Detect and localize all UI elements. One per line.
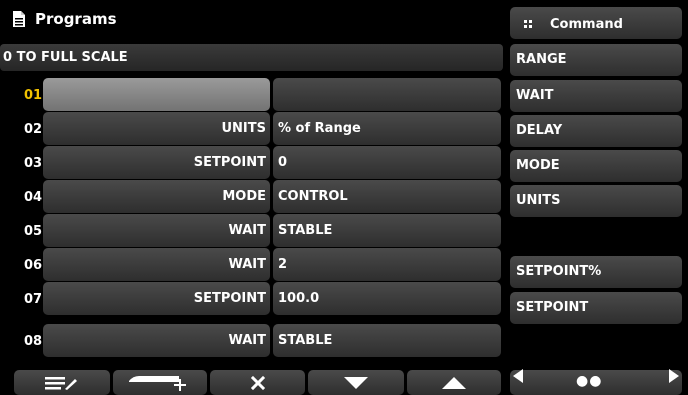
command-range-button[interactable]: RANGE [510, 44, 682, 76]
command-delay-button[interactable]: DELAY [510, 115, 682, 147]
step-number: 01 [24, 88, 43, 103]
delete-step-button[interactable] [210, 370, 305, 395]
command-units-button[interactable]: UNITS [510, 185, 682, 217]
step-command-button[interactable]: SETPOINT [43, 146, 270, 179]
move-down-button[interactable] [308, 370, 404, 395]
step-value-button[interactable]: 2 [273, 248, 501, 281]
step-command: UNITS [221, 121, 266, 136]
command-button[interactable]: Command [510, 7, 682, 39]
command-label: DELAY [516, 123, 563, 138]
step-command: WAIT [228, 223, 266, 238]
step-value-button[interactable]: 100.0 [273, 282, 501, 315]
command-label: MODE [516, 158, 560, 173]
step-value: 0 [278, 155, 288, 170]
step-command-button[interactable]: WAIT [43, 214, 270, 247]
grid-icon [524, 17, 534, 36]
step-value-button[interactable]: % of Range [273, 112, 501, 145]
program-name: 0 TO FULL SCALE [3, 50, 128, 65]
command-mode-button[interactable]: MODE [510, 150, 682, 182]
move-up-icon [442, 376, 466, 389]
edit-list-icon [45, 376, 77, 390]
step-number: 07 [24, 292, 43, 307]
step-command: SETPOINT [193, 291, 266, 306]
step-command: WAIT [228, 257, 266, 272]
command-setpoint-percent-button[interactable]: SETPOINT% [510, 256, 682, 288]
step-number: 04 [24, 190, 43, 205]
step-number: 02 [24, 122, 43, 137]
move-down-icon [344, 376, 368, 389]
step-number: 06 [24, 258, 43, 273]
step-number: 08 [24, 334, 43, 349]
command-label: Command [550, 17, 623, 32]
delete-icon [250, 375, 265, 390]
step-value: % of Range [278, 121, 361, 136]
edit-list-button[interactable] [14, 370, 110, 395]
command-wait-button[interactable]: WAIT [510, 80, 682, 112]
page-indicator: ●● [576, 373, 603, 389]
step-number: 03 [24, 156, 43, 171]
step-value-button[interactable] [273, 78, 501, 111]
command-setpoint-button[interactable]: SETPOINT [510, 292, 682, 324]
command-label: SETPOINT% [516, 264, 602, 279]
command-label: RANGE [516, 52, 567, 67]
step-command-button[interactable] [43, 78, 270, 111]
step-command-button[interactable]: MODE [43, 180, 270, 213]
step-command: SETPOINT [193, 155, 266, 170]
step-command: MODE [222, 189, 266, 204]
step-value-button[interactable]: STABLE [273, 214, 501, 247]
command-pager: ●● [510, 369, 682, 395]
insert-step-button[interactable] [113, 370, 207, 395]
step-command-button[interactable]: SETPOINT [43, 282, 270, 315]
step-command: WAIT [228, 333, 266, 348]
step-value-button[interactable]: STABLE [273, 324, 501, 357]
step-command-button[interactable]: WAIT [43, 248, 270, 281]
step-value-button[interactable]: 0 [273, 146, 501, 179]
document-icon [12, 10, 26, 32]
step-value-button[interactable]: CONTROL [273, 180, 501, 213]
step-number: 05 [24, 224, 43, 239]
step-value: 100.0 [278, 291, 320, 306]
page-title: Programs [35, 10, 117, 28]
step-value: STABLE [278, 223, 333, 238]
move-up-button[interactable] [407, 370, 501, 395]
step-value: 2 [278, 257, 288, 272]
command-label: WAIT [516, 88, 554, 103]
program-name-field[interactable]: 0 TO FULL SCALE [0, 44, 503, 71]
insert-icon [129, 375, 186, 391]
step-command-button[interactable]: WAIT [43, 324, 270, 357]
step-value: CONTROL [278, 189, 348, 204]
step-command-button[interactable]: UNITS [43, 112, 270, 145]
command-label: UNITS [516, 193, 561, 208]
command-label: SETPOINT [516, 300, 589, 315]
step-value: STABLE [278, 333, 333, 348]
